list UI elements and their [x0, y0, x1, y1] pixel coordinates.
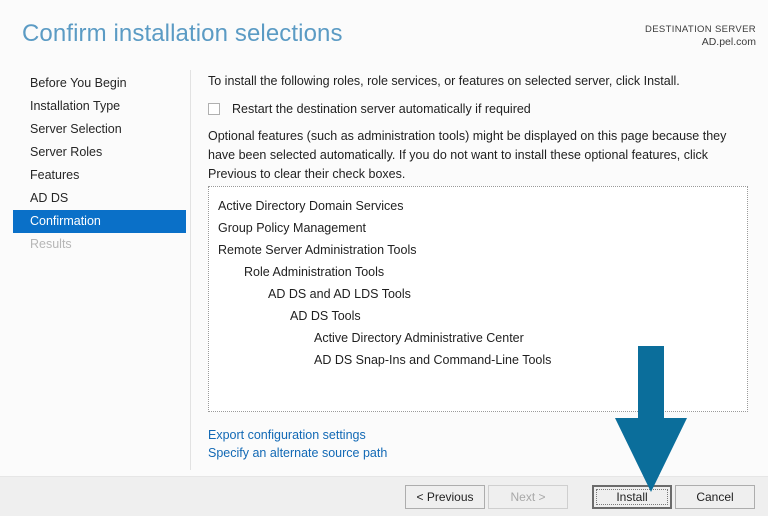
- sidebar-item-confirmation[interactable]: Confirmation: [13, 210, 186, 233]
- restart-checkbox-label[interactable]: Restart the destination server automatic…: [232, 101, 531, 117]
- wizard-step-navigation: Before You Begin Installation Type Server …: [0, 72, 190, 476]
- sidebar-item-ad-ds[interactable]: AD DS: [13, 187, 186, 210]
- next-button: Next >: [488, 485, 568, 509]
- list-item: Remote Server Administration Tools: [218, 243, 417, 257]
- link-export-configuration-settings[interactable]: Export configuration settings: [208, 426, 387, 444]
- restart-checkbox[interactable]: [208, 103, 220, 116]
- sidebar-content-divider: [190, 70, 191, 470]
- intro-text: To install the following roles, role ser…: [208, 74, 680, 88]
- focus-ring: [596, 489, 668, 505]
- action-links: Export configuration settings Specify an …: [208, 426, 387, 462]
- wizard-footer: < Previous Next > Install Cancel: [0, 476, 768, 516]
- sidebar-item-features[interactable]: Features: [13, 164, 186, 187]
- list-item: Group Policy Management: [218, 221, 366, 235]
- wizard-header: Confirm installation selections DESTINAT…: [0, 0, 768, 66]
- selections-listbox[interactable]: Active Directory Domain Services Group Po…: [208, 186, 748, 412]
- list-item: Active Directory Administrative Center: [314, 331, 524, 345]
- selections-list: Active Directory Domain Services Group Po…: [209, 187, 747, 371]
- list-item: AD DS Tools: [290, 309, 361, 323]
- list-item: Role Administration Tools: [244, 265, 385, 279]
- main-content: To install the following roles, role ser…: [208, 72, 756, 183]
- cancel-button[interactable]: Cancel: [675, 485, 755, 509]
- sidebar-item-installation-type[interactable]: Installation Type: [13, 95, 186, 118]
- sidebar-item-server-selection[interactable]: Server Selection: [13, 118, 186, 141]
- sidebar-item-results: Results: [30, 237, 72, 251]
- list-item: AD DS and AD LDS Tools: [268, 287, 411, 301]
- destination-server-block: DESTINATION SERVER AD.pel.com: [645, 24, 756, 50]
- previous-button[interactable]: < Previous: [405, 485, 485, 509]
- list-item: Active Directory Domain Services: [218, 199, 404, 213]
- restart-checkbox-row[interactable]: Restart the destination server automatic…: [208, 101, 756, 118]
- install-button[interactable]: Install: [592, 485, 672, 509]
- sidebar-item-server-roles[interactable]: Server Roles: [13, 141, 186, 164]
- sidebar-item-before-you-begin[interactable]: Before You Begin: [13, 72, 186, 95]
- link-specify-an-alternate-source-path[interactable]: Specify an alternate source path: [208, 444, 387, 462]
- destination-server-value: AD.pel.com: [701, 36, 756, 49]
- list-item: AD DS Snap-Ins and Command-Line Tools: [314, 353, 552, 367]
- destination-server-label: DESTINATION SERVER: [645, 24, 756, 35]
- page-title: Confirm installation selections: [22, 20, 343, 47]
- optional-features-note: Optional features (such as administratio…: [208, 129, 727, 181]
